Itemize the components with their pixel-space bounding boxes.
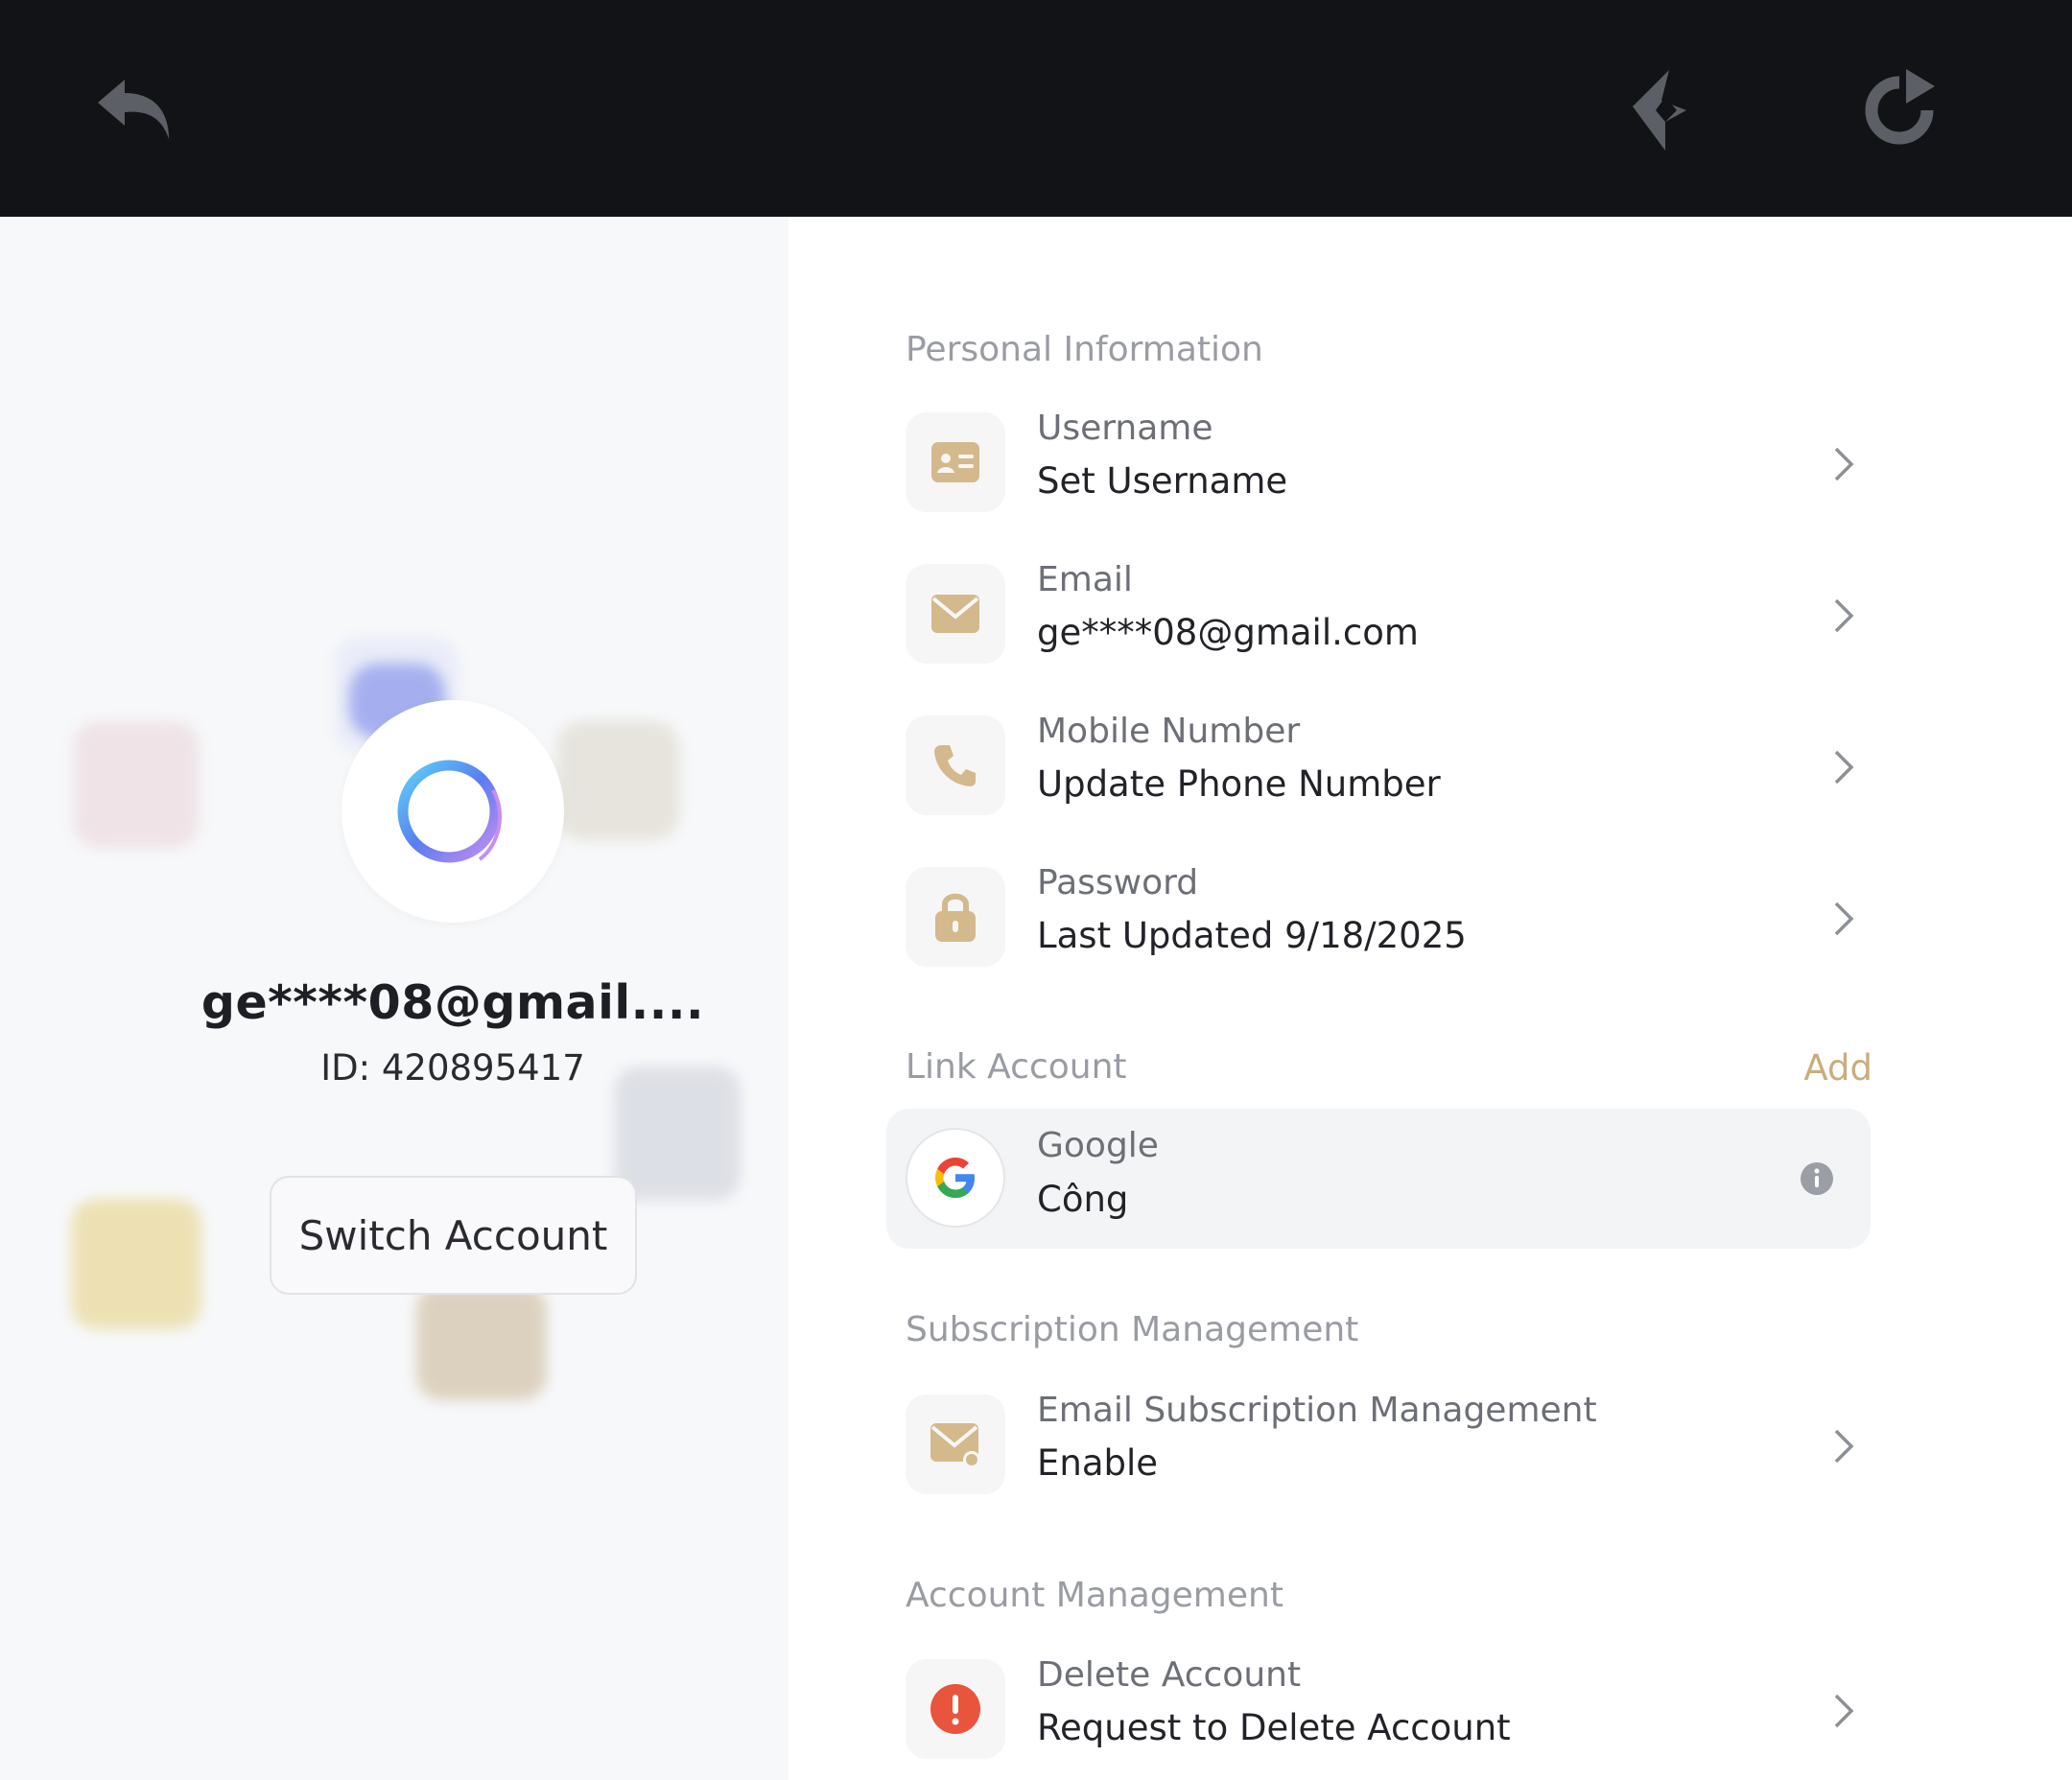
decorative-game-avatar: [73, 721, 200, 848]
default-avatar-logo-icon: [397, 760, 502, 863]
username-label: Username: [1037, 409, 1213, 448]
brand-logo-icon[interactable]: [1608, 58, 1713, 163]
username-value: Set Username: [1037, 460, 1288, 502]
alert-icon: [906, 1659, 1005, 1759]
google-label: Google: [1037, 1126, 1159, 1165]
account-id: ID: 420895417: [320, 1047, 585, 1089]
google-account-name: Công: [1037, 1179, 1129, 1220]
password-label: Password: [1037, 863, 1199, 902]
mail-subscription-icon: [906, 1394, 1005, 1494]
refresh-icon[interactable]: [1847, 58, 1952, 163]
back-arrow-icon[interactable]: [82, 58, 188, 163]
chevron-right-icon: [1834, 1694, 1854, 1728]
account-name: ge****08@gmail....: [200, 975, 705, 1030]
section-title-link-account: Link Account: [906, 1047, 1127, 1087]
password-value: Last Updated 9/18/2025: [1037, 915, 1467, 956]
chevron-right-icon: [1834, 902, 1854, 936]
chevron-right-icon: [1834, 447, 1854, 481]
section-title-subscription-management: Subscription Management: [906, 1310, 1359, 1349]
password-row[interactable]: Password Last Updated 9/18/2025: [906, 863, 1874, 969]
chevron-right-icon: [1834, 1429, 1854, 1464]
avatar[interactable]: [341, 700, 564, 923]
email-label: Email: [1037, 560, 1133, 599]
info-icon[interactable]: [1800, 1161, 1834, 1196]
phone-icon: [906, 715, 1005, 815]
mobile-number-value: Update Phone Number: [1037, 763, 1441, 805]
switch-account-button[interactable]: Switch Account: [270, 1176, 637, 1295]
settings-panel: Personal Information Username Set Userna…: [789, 217, 2072, 1780]
email-row[interactable]: Email ge****08@gmail.com: [906, 560, 1874, 666]
decorative-game-avatar: [71, 1199, 201, 1329]
chevron-right-icon: [1834, 750, 1854, 785]
chevron-right-icon: [1834, 598, 1854, 633]
email-subscription-label: Email Subscription Management: [1037, 1391, 1597, 1430]
add-link-account-button[interactable]: Add: [1803, 1047, 1872, 1089]
decorative-game-avatar: [556, 721, 679, 840]
decorative-game-avatar: [416, 1285, 547, 1400]
delete-account-value: Request to Delete Account: [1037, 1707, 1511, 1748]
top-bar: [0, 0, 2072, 217]
username-row[interactable]: Username Set Username: [906, 409, 1874, 514]
delete-account-row[interactable]: Delete Account Request to Delete Account: [906, 1655, 1874, 1761]
email-subscription-value: Enable: [1037, 1442, 1159, 1484]
google-linked-account-card[interactable]: Google Công: [886, 1109, 1871, 1249]
delete-account-label: Delete Account: [1037, 1655, 1302, 1695]
email-subscription-row[interactable]: Email Subscription Management Enable: [906, 1391, 1874, 1496]
mobile-number-row[interactable]: Mobile Number Update Phone Number: [906, 712, 1874, 817]
section-title-account-management: Account Management: [906, 1576, 1283, 1615]
email-value: ge****08@gmail.com: [1037, 612, 1419, 653]
google-icon: [906, 1128, 1005, 1228]
id-card-icon: [906, 412, 1005, 512]
lock-icon: [906, 867, 1005, 967]
profile-panel: ge****08@gmail.... ID: 420895417 Switch …: [0, 217, 789, 1780]
mobile-number-label: Mobile Number: [1037, 712, 1301, 751]
envelope-icon: [906, 564, 1005, 664]
section-title-personal-information: Personal Information: [906, 330, 1263, 369]
